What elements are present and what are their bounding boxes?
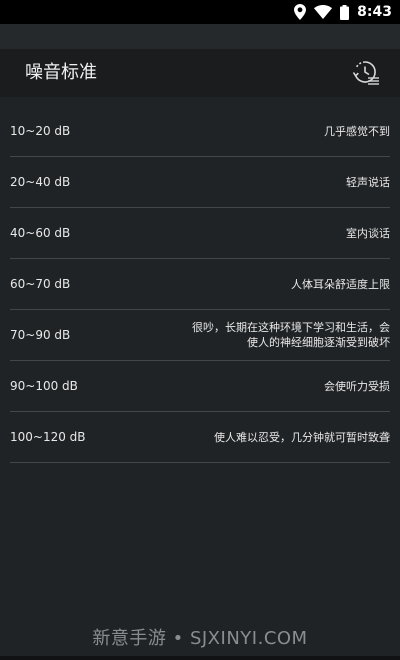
list-item: 100~120 dB 使人难以忍受，几分钟就可暂时致聋 [10, 412, 390, 463]
noise-range: 60~70 dB [10, 277, 71, 291]
noise-range: 20~40 dB [10, 175, 71, 189]
noise-range: 10~20 dB [10, 124, 71, 138]
status-bar: 8:43 [0, 0, 400, 24]
list-item: 60~70 dB 人体耳朵舒适度上限 [10, 259, 390, 310]
page-title: 噪音标准 [25, 62, 97, 83]
battery-icon [340, 4, 350, 20]
history-button[interactable] [352, 59, 380, 87]
navigation-bar [0, 656, 400, 660]
top-strip [0, 24, 400, 49]
app-bar: 噪音标准 [0, 49, 400, 97]
noise-description: 会使听力受损 [324, 379, 390, 393]
noise-description: 室内谈话 [346, 226, 390, 240]
watermark: 新意手游 • SJXINYI.COM [92, 628, 308, 649]
wifi-icon [314, 5, 333, 19]
list-item: 90~100 dB 会使听力受损 [10, 361, 390, 412]
noise-range: 90~100 dB [10, 379, 78, 393]
noise-description: 使人难以忍受，几分钟就可暂时致聋 [214, 430, 390, 444]
list-item: 20~40 dB 轻声说话 [10, 157, 390, 208]
list-item: 10~20 dB 几乎感觉不到 [10, 106, 390, 157]
list-item: 40~60 dB 室内谈话 [10, 208, 390, 259]
list-item: 70~90 dB 很吵，长期在这种环境下学习和生活，会使人的神经细胞逐渐受到破坏 [10, 310, 390, 361]
location-icon [294, 4, 307, 20]
status-time: 8:43 [357, 4, 392, 20]
status-icons: 8:43 [294, 3, 392, 21]
noise-description: 很吵，长期在这种环境下学习和生活，会使人的神经细胞逐渐受到破坏 [192, 321, 390, 349]
noise-range: 70~90 dB [10, 328, 71, 342]
noise-range: 40~60 dB [10, 226, 71, 240]
history-icon [352, 61, 379, 85]
noise-level-list: 10~20 dB 几乎感觉不到 20~40 dB 轻声说话 40~60 dB 室… [10, 106, 390, 463]
noise-description: 轻声说话 [346, 175, 390, 189]
noise-description: 几乎感觉不到 [324, 124, 390, 138]
noise-description: 人体耳朵舒适度上限 [291, 277, 390, 291]
noise-range: 100~120 dB [10, 430, 86, 444]
